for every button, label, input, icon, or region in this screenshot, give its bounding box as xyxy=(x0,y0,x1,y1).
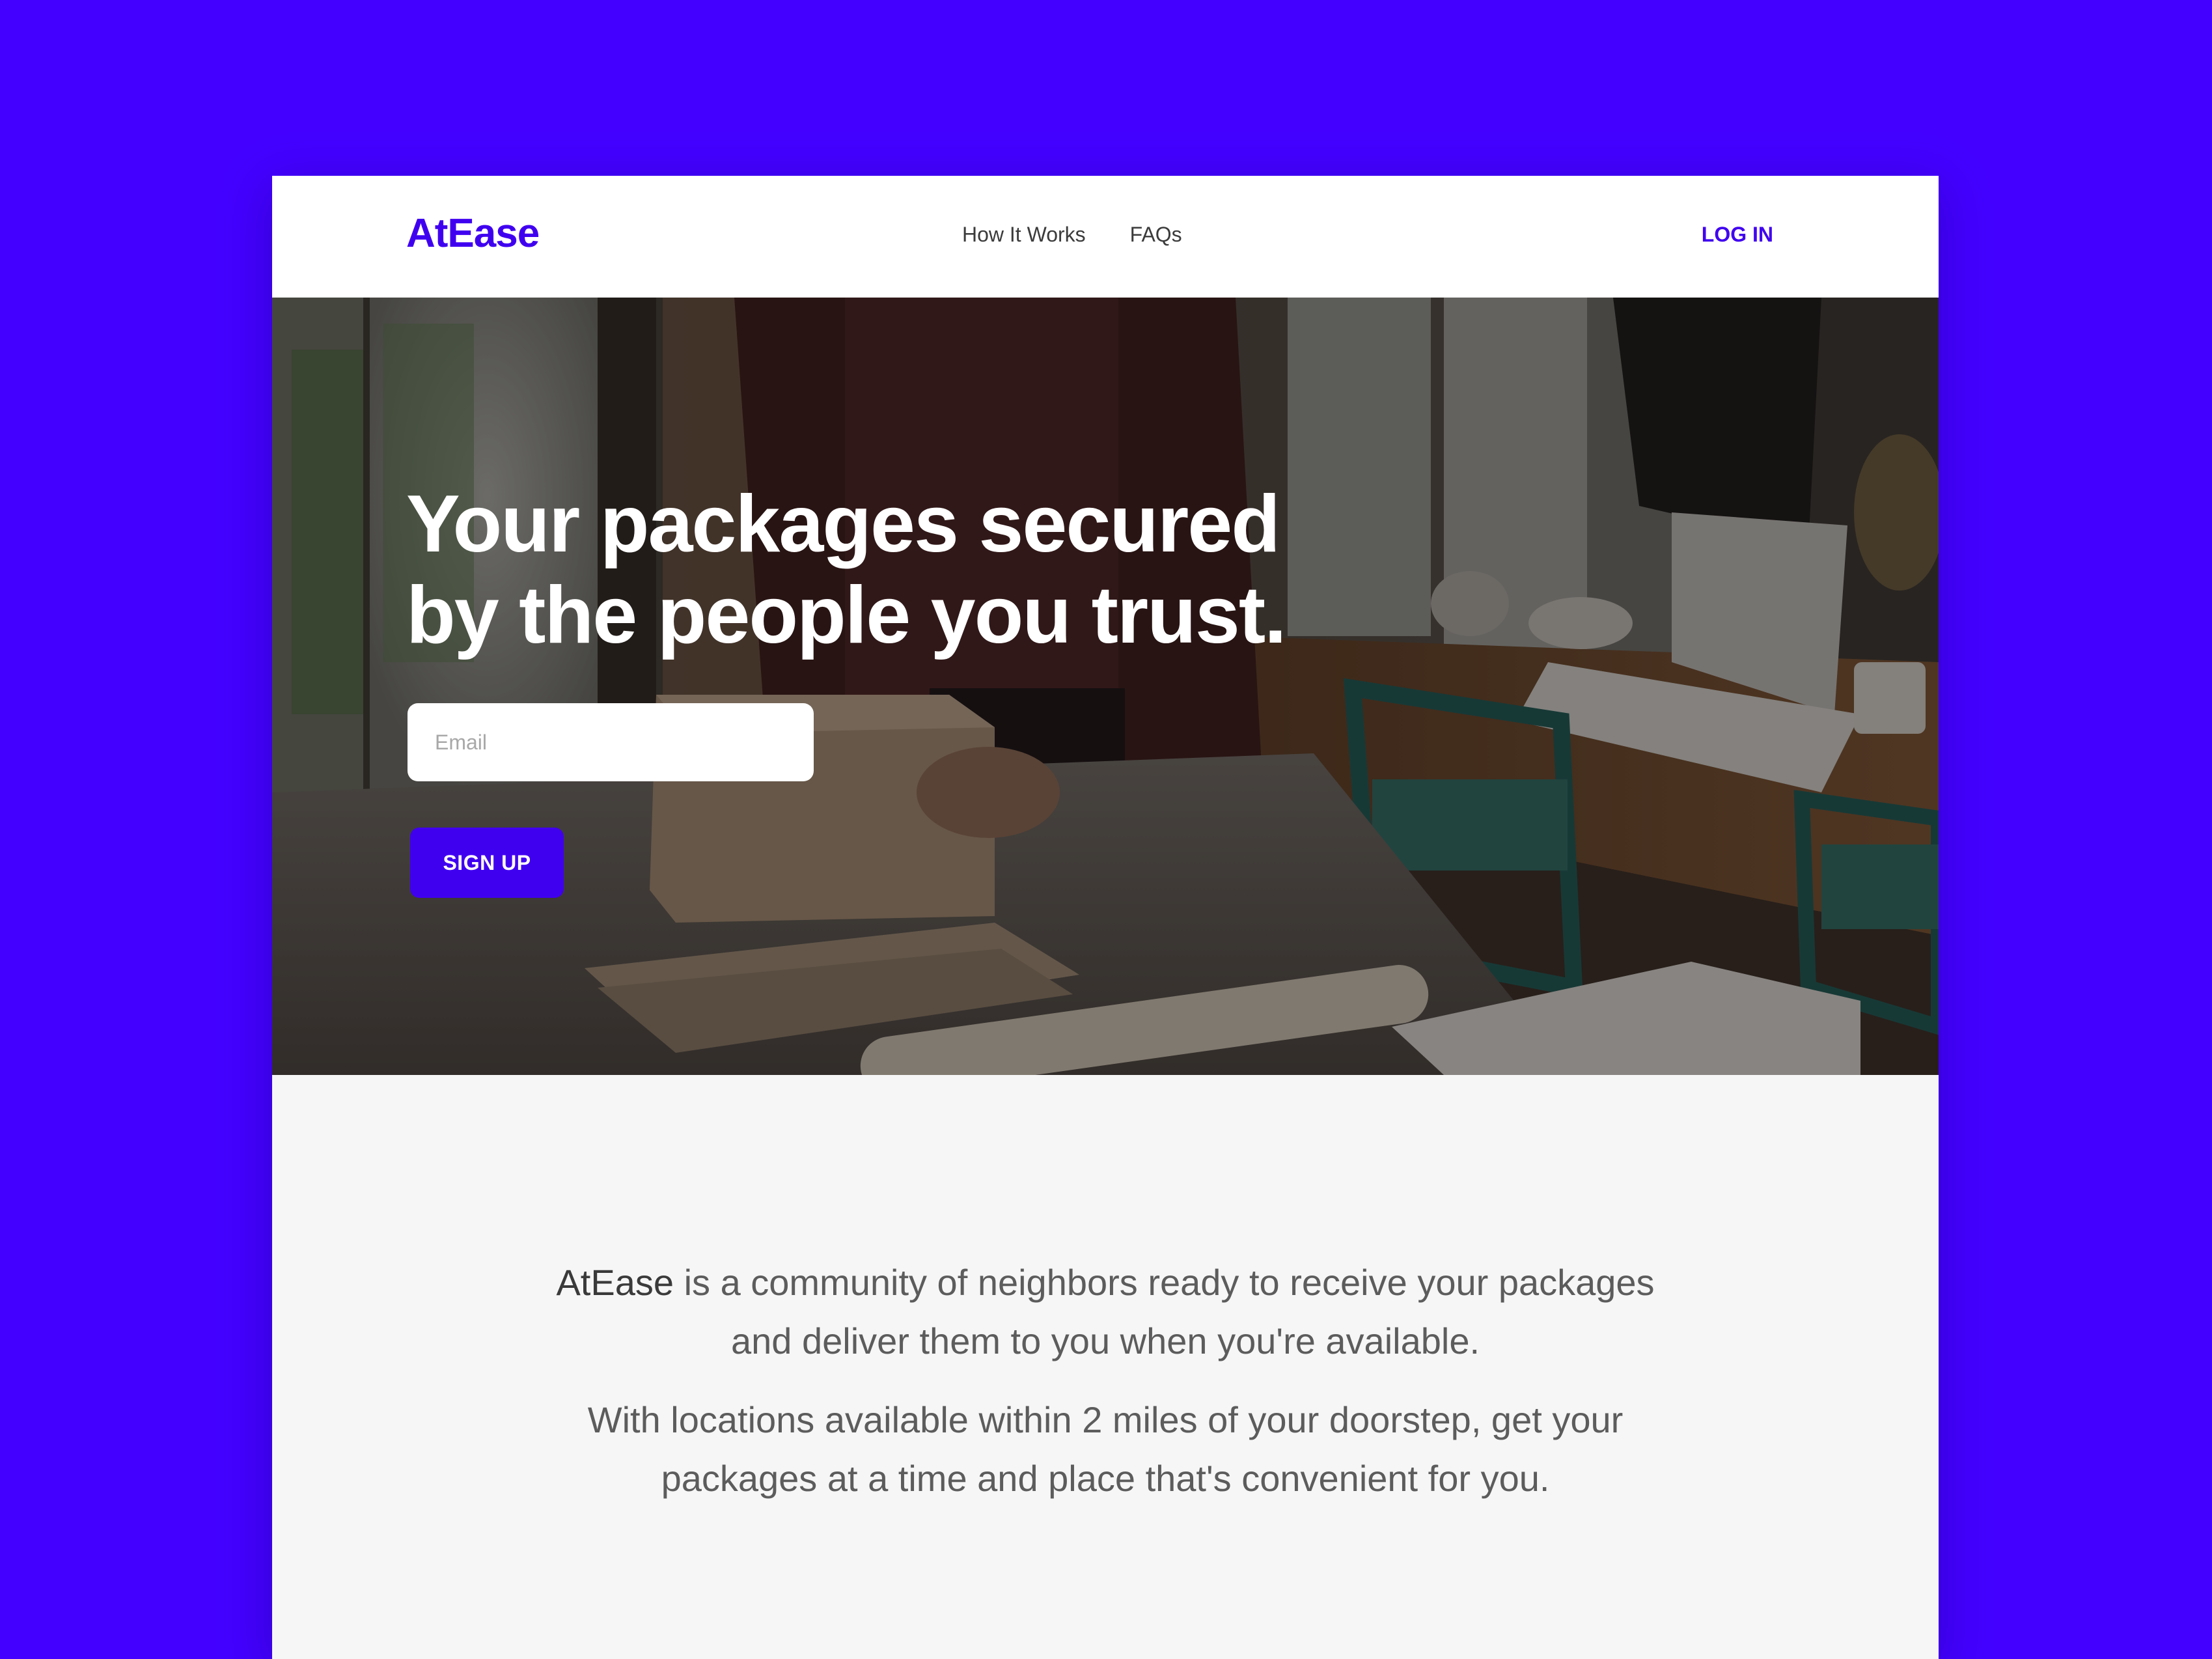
brand-name-inline: AtEase xyxy=(556,1262,674,1303)
about-paragraph-locations: With locations available within 2 miles … xyxy=(454,1391,1756,1508)
nav-link-how-it-works[interactable]: How It Works xyxy=(962,224,1086,245)
about-paragraph-community: AtEase is a community of neighbors ready… xyxy=(454,1253,1756,1371)
hero-headline: Your packages secured by the people you … xyxy=(406,479,1448,661)
top-navbar: AtEase How It Works FAQs LOG IN xyxy=(272,176,1939,298)
about-line-1-text: is a community of neighbors ready to rec… xyxy=(684,1262,1655,1303)
landing-page: AtEase How It Works FAQs LOG IN Your pac… xyxy=(272,176,1939,1659)
email-input[interactable] xyxy=(408,703,814,781)
hero-headline-line-1: Your packages secured xyxy=(406,479,1280,569)
about-section: AtEase is a community of neighbors ready… xyxy=(272,1075,1939,1659)
about-line-1: AtEase is a community of neighbors ready… xyxy=(454,1253,1756,1312)
about-line-2: and deliver them to you when you're avai… xyxy=(730,1320,1480,1361)
hero-dark-overlay xyxy=(272,298,1939,1075)
nav-links: How It Works FAQs xyxy=(962,224,1182,245)
brand-logo[interactable]: AtEase xyxy=(406,214,540,254)
nav-link-faqs[interactable]: FAQs xyxy=(1130,224,1182,245)
login-link[interactable]: LOG IN xyxy=(1702,224,1773,245)
about-line-3: With locations available within 2 miles … xyxy=(587,1399,1624,1440)
sign-up-button[interactable]: SIGN UP xyxy=(410,828,564,898)
about-line-4: packages at a time and place that's conv… xyxy=(661,1458,1550,1499)
hero-headline-line-2: by the people you trust. xyxy=(406,570,1287,660)
hero-section: Your packages secured by the people you … xyxy=(272,298,1939,1075)
